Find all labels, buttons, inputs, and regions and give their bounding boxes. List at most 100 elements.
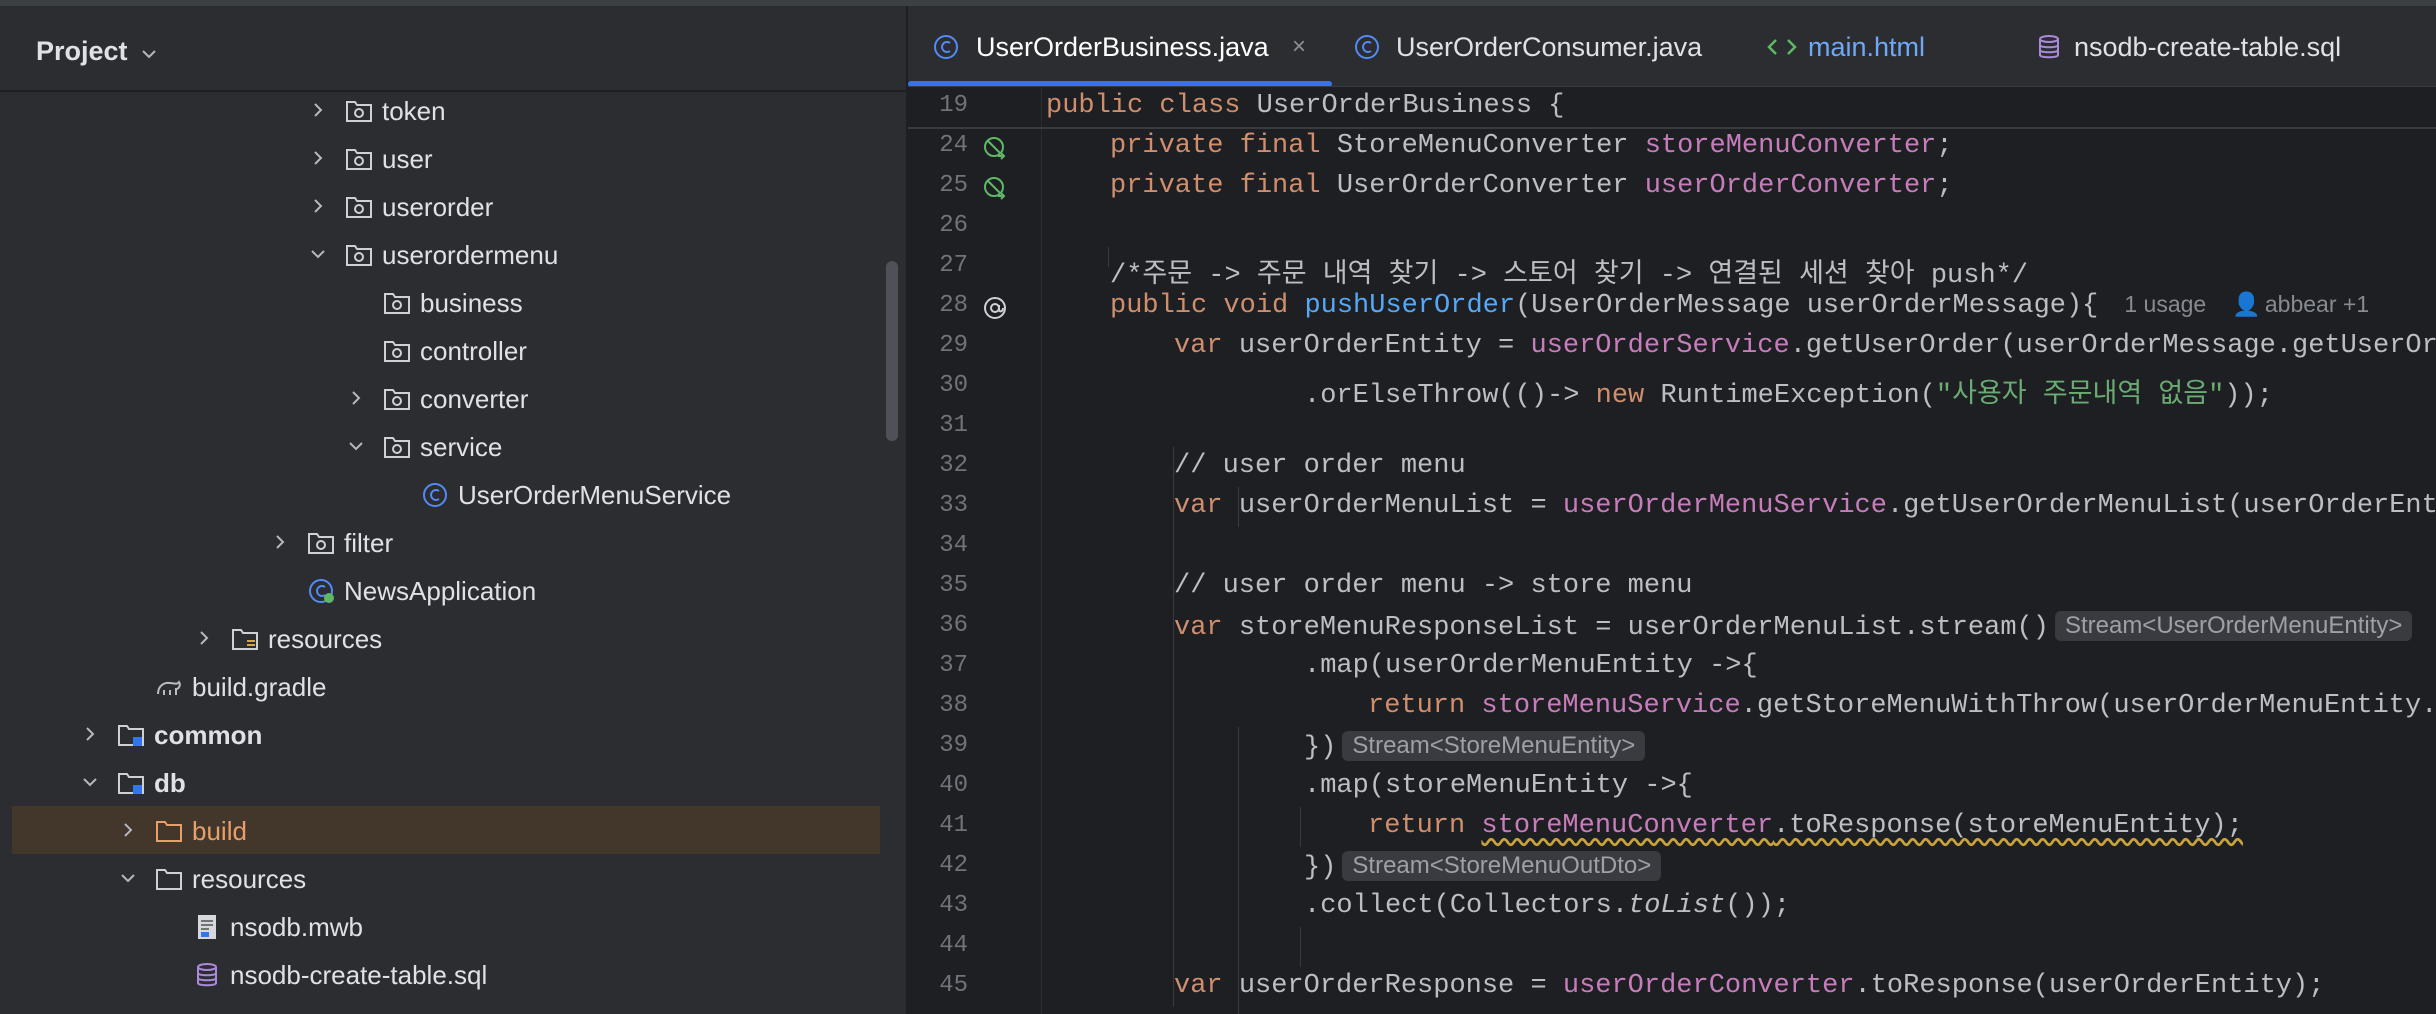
project-tool-window: Project token user userorder userorderme…	[0, 6, 906, 1014]
chevron-right-icon[interactable]	[310, 102, 326, 118]
chevron-down-icon[interactable]	[82, 774, 98, 790]
tree-item-label: business	[420, 288, 523, 318]
code-text: var userOrderEntity = userOrderService.g…	[1174, 331, 2436, 361]
project-tree-scrollbar[interactable]	[886, 261, 898, 441]
code-line-26[interactable]: 26	[908, 207, 2436, 247]
code-line-19[interactable]: 19 public class UserOrderBusiness {	[908, 87, 2436, 127]
bean-injection-icon[interactable]	[982, 175, 1008, 201]
code-line-40[interactable]: 40 .map(storeMenuEntity ->{	[908, 767, 2436, 807]
code-text: .map(storeMenuEntity ->{	[1304, 771, 1693, 801]
code-line-30[interactable]: 30 .orElseThrow(()-> new RuntimeExceptio…	[908, 367, 2436, 411]
chevron-right-icon[interactable]	[310, 198, 326, 214]
code-line-35[interactable]: 35 // user order menu -> store menu	[908, 567, 2436, 607]
package-folder-icon	[346, 245, 372, 266]
code-text: .map(userOrderMenuEntity ->{	[1304, 651, 1758, 681]
chevron-right-icon[interactable]	[196, 630, 212, 646]
code-line-39[interactable]: 39 }) Stream<StoreMenuEntity>	[908, 727, 2436, 767]
tree-item-controller[interactable]: controller	[12, 326, 880, 374]
chevron-right-icon[interactable]	[120, 822, 136, 838]
line-number: 28	[939, 292, 968, 319]
tab-main-html[interactable]: main.html	[1752, 6, 1984, 86]
at-mapping-icon[interactable]	[982, 295, 1008, 321]
line-number: 39	[939, 732, 968, 759]
tree-item-build-gradle[interactable]: build.gradle	[12, 662, 880, 710]
code-line-31[interactable]: 31	[908, 407, 2436, 447]
code-line-32[interactable]: 32 // user order menu	[908, 447, 2436, 487]
usage-count[interactable]: 1 usage	[2124, 291, 2206, 317]
code-line-24[interactable]: 24 private final StoreMenuConverter stor…	[908, 127, 2436, 167]
code-text: }) Stream<StoreMenuOutDto>	[1304, 851, 1662, 883]
line-number: 38	[939, 692, 968, 719]
tab-nsodb-create-table-sql[interactable]: nsodb-create-table.sql	[2012, 6, 2436, 86]
code-comment: /*주문 -> 주문 내역 찾기 -> 스토어 찾기 -> 연결된 세션 찾아 …	[1110, 261, 2029, 291]
tree-item-nsodb-create-table-sql[interactable]: nsodb-create-table.sql	[12, 950, 880, 998]
code-line-42[interactable]: 42 }) Stream<StoreMenuOutDto>	[908, 847, 2436, 887]
code-line-43[interactable]: 43 .collect(Collectors.toList());	[908, 887, 2436, 927]
package-folder-icon	[346, 101, 372, 122]
chevron-right-icon[interactable]	[82, 726, 98, 742]
code-line-38[interactable]: 38 return storeMenuService.getStoreMenuW…	[908, 687, 2436, 727]
file-icon	[198, 915, 216, 939]
tree-item-label: build.gradle	[192, 672, 327, 702]
code-line-44[interactable]: 44	[908, 927, 2436, 967]
tree-item-db[interactable]: db	[12, 758, 880, 806]
tree-item-userorder[interactable]: userorder	[12, 182, 880, 230]
code-line-28[interactable]: 28 public void pushUserOrder(UserOrderMe…	[908, 287, 2436, 327]
tree-item-label: build	[192, 816, 247, 846]
chevron-down-icon[interactable]	[120, 870, 136, 886]
tree-item-user[interactable]: user	[12, 134, 880, 182]
code-line-29[interactable]: 29 var userOrderEntity = userOrderServic…	[908, 327, 2436, 367]
code-author[interactable]: abbear +1	[2265, 291, 2369, 317]
code-line-27[interactable]: 27 /*주문 -> 주문 내역 찾기 -> 스토어 찾기 -> 연결된 세션 …	[908, 247, 2436, 291]
resources-folder-icon	[232, 629, 258, 650]
tree-item-service[interactable]: service	[12, 422, 880, 470]
tree-item-token[interactable]: token	[12, 86, 880, 134]
tree-item-nsodb-mwb[interactable]: nsodb.mwb	[12, 902, 880, 950]
code-area[interactable]: 19 public class UserOrderBusiness { 24 p…	[908, 87, 2436, 1014]
tree-item-business[interactable]: business	[12, 278, 880, 326]
tree-item-build[interactable]: build	[12, 806, 880, 854]
code-line-37[interactable]: 37 .map(userOrderMenuEntity ->{	[908, 647, 2436, 687]
project-panel-title[interactable]: Project	[36, 36, 128, 67]
tree-item-common[interactable]: common	[12, 710, 880, 758]
line-number: 33	[939, 492, 968, 519]
tree-item-filter[interactable]: filter	[12, 518, 880, 566]
code-line-36[interactable]: 36 var storeMenuResponseList = userOrder…	[908, 607, 2436, 647]
code-line-34[interactable]: 34	[908, 527, 2436, 567]
code-text: var storeMenuResponseList = userOrderMen…	[1174, 611, 2413, 643]
tab-userorderbusiness-java[interactable]: UserOrderBusiness.java ×	[908, 6, 1332, 86]
tree-item-userordermenu[interactable]: userordermenu	[12, 230, 880, 278]
chevron-down-icon[interactable]	[141, 48, 157, 60]
tree-item-newsapplication[interactable]: NewsApplication	[12, 566, 880, 614]
chevron-down-icon[interactable]	[348, 438, 364, 454]
tree-item-converter[interactable]: converter	[12, 374, 880, 422]
code-line-45[interactable]: 45 var userOrderResponse = userOrderConv…	[908, 967, 2436, 1007]
line-number: 26	[939, 212, 968, 239]
database-icon	[2039, 35, 2059, 59]
tree-item-label: filter	[344, 528, 394, 558]
chevron-right-icon[interactable]	[310, 150, 326, 166]
tree-item-label: user	[382, 144, 433, 174]
chevron-right-icon[interactable]	[272, 534, 288, 550]
tab-userorderconsumer-java[interactable]: UserOrderConsumer.java	[1332, 6, 1732, 86]
package-folder-icon	[384, 293, 410, 314]
tree-item-db-resources[interactable]: resources	[12, 854, 880, 902]
tree-item-resources[interactable]: resources	[12, 614, 880, 662]
chevron-right-icon[interactable]	[348, 390, 364, 406]
line-number: 27	[939, 252, 968, 279]
type-hint: Stream<StoreMenuEntity>	[1342, 731, 1646, 761]
code-text: .orElseThrow(()-> new RuntimeException("…	[1304, 381, 2273, 411]
line-number: 44	[939, 932, 968, 959]
code-editor: UserOrderBusiness.java × UserOrderConsum…	[908, 6, 2436, 1014]
code-line-41[interactable]: 41 return storeMenuConverter.toResponse(…	[908, 807, 2436, 847]
code-comment: // user order menu	[1174, 451, 1466, 481]
close-icon[interactable]: ×	[1292, 33, 1306, 61]
tree-item-userordermenuservice[interactable]: UserOrderMenuService	[12, 470, 880, 518]
code-comment: // user order menu -> store menu	[1174, 571, 1693, 601]
code-line-33[interactable]: 33 var userOrderMenuList = userOrderMenu…	[908, 487, 2436, 527]
chevron-down-icon[interactable]	[310, 246, 326, 262]
bean-injection-icon[interactable]	[982, 135, 1008, 161]
tree-item-label: converter	[420, 384, 529, 414]
code-text: public void pushUserOrder(UserOrderMessa…	[1110, 291, 2370, 321]
code-line-25[interactable]: 25 private final UserOrderConverter user…	[908, 167, 2436, 207]
